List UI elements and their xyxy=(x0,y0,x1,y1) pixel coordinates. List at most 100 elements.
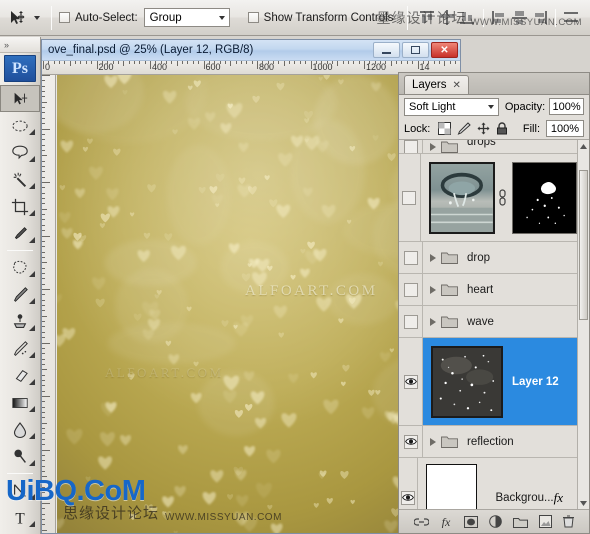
link-layers-icon[interactable] xyxy=(414,515,429,528)
magic-wand-tool[interactable] xyxy=(0,166,40,193)
layer-visibility-toggle[interactable] xyxy=(403,434,418,449)
lock-row: Lock: Fill: 100% xyxy=(399,118,589,140)
layer-visibility-toggle[interactable] xyxy=(403,374,418,389)
layer-thumbnail[interactable] xyxy=(428,161,495,234)
tool-flyout-corner xyxy=(29,379,35,385)
layer-mask-thumbnail[interactable] xyxy=(511,161,578,234)
maximize-button[interactable] xyxy=(402,42,429,58)
auto-select-dropdown[interactable]: Group xyxy=(143,8,230,27)
close-button[interactable]: ✕ xyxy=(431,42,458,58)
vertical-ruler[interactable] xyxy=(42,75,56,533)
minimize-button[interactable] xyxy=(373,42,400,58)
layer-visibility-toggle[interactable] xyxy=(403,314,418,329)
lock-image-pixels-icon[interactable] xyxy=(457,122,472,135)
layer-visibility-toggle[interactable] xyxy=(403,282,418,297)
eraser-tool[interactable] xyxy=(0,362,40,389)
options-divider-1 xyxy=(51,5,52,30)
distribute-top-edges-icon[interactable] xyxy=(563,9,580,26)
layer-thumbnail[interactable] xyxy=(425,463,478,509)
layer-rows: drops drop heart wave Layer 12 reflection Back… xyxy=(399,140,578,509)
blend-mode-dropdown[interactable]: Soft Light xyxy=(404,97,499,116)
tool-flyout-corner xyxy=(29,271,35,277)
type-icon: T xyxy=(15,510,25,527)
document-title-bar[interactable]: ove_final.psd @ 25% (Layer 12, RGB/8) ✕ xyxy=(42,40,460,61)
tool-preset-dropdown[interactable] xyxy=(34,15,44,20)
group-expand-arrow-icon[interactable] xyxy=(430,437,436,446)
add-layer-style-icon[interactable]: fx xyxy=(440,515,453,528)
toolbox-collapse-handle[interactable]: » xyxy=(0,37,40,53)
crop-tool[interactable] xyxy=(0,193,40,220)
fill-label: Fill: xyxy=(522,122,540,135)
brush-tool[interactable] xyxy=(0,281,40,308)
group-expand-arrow-icon[interactable] xyxy=(430,285,436,294)
table-row[interactable]: Layer 12 xyxy=(399,338,577,426)
layer-effects-icon[interactable]: fx xyxy=(554,490,563,506)
move-tool-button[interactable] xyxy=(0,1,34,35)
table-row[interactable]: drop xyxy=(399,242,577,274)
layer-visibility-toggle[interactable] xyxy=(400,490,415,505)
align-bottom-edges-icon[interactable] xyxy=(459,9,476,26)
layer-list[interactable]: drops drop heart wave Layer 12 reflection Back… xyxy=(399,140,589,509)
photoshop-logo-text: Ps xyxy=(12,59,28,77)
lock-position-icon[interactable] xyxy=(477,122,490,135)
close-icon: ✕ xyxy=(440,44,449,56)
table-row[interactable]: reflection xyxy=(399,426,577,458)
close-icon[interactable]: ✕ xyxy=(453,80,461,91)
auto-select-group: Auto-Select: Group xyxy=(59,8,230,27)
crop-icon xyxy=(11,198,29,215)
opacity-input[interactable]: 100% xyxy=(549,98,584,115)
blur-droplet-icon xyxy=(13,421,27,438)
layer-name: heart xyxy=(467,283,494,296)
lock-transparent-pixels-icon[interactable] xyxy=(438,122,452,135)
pen-tool[interactable] xyxy=(0,477,40,504)
layer-visibility-toggle[interactable] xyxy=(402,190,417,205)
eyedropper-tool[interactable] xyxy=(0,220,40,247)
auto-select-checkbox[interactable] xyxy=(59,12,70,23)
history-brush-tool[interactable] xyxy=(0,335,40,362)
group-expand-arrow-icon[interactable] xyxy=(430,317,436,326)
lasso-tool[interactable] xyxy=(0,139,40,166)
scrollbar-thumb[interactable] xyxy=(579,170,588,320)
table-row[interactable]: drops xyxy=(399,140,577,154)
clone-stamp-tool[interactable] xyxy=(0,308,40,335)
tool-flyout-corner xyxy=(29,406,35,412)
table-row[interactable]: wave xyxy=(399,306,577,338)
horizontal-type-tool[interactable]: T xyxy=(0,504,40,531)
group-expand-arrow-icon[interactable] xyxy=(430,253,436,262)
tab-layers[interactable]: Layers ✕ xyxy=(404,75,469,94)
layer-thumbnail[interactable] xyxy=(431,345,503,418)
healing-brush-tool[interactable] xyxy=(0,254,40,281)
fill-input[interactable]: 100% xyxy=(546,120,584,137)
delete-layer-icon[interactable] xyxy=(563,515,574,528)
table-row[interactable] xyxy=(399,154,578,242)
align-vertical-centers-icon[interactable] xyxy=(439,9,456,26)
watermark-en-text: WWW.MISSYUAN.COM xyxy=(165,512,282,523)
move-tool[interactable] xyxy=(0,85,40,112)
dodge-icon xyxy=(14,449,26,463)
table-row[interactable]: heart xyxy=(399,274,577,306)
layer-visibility-toggle[interactable] xyxy=(403,250,418,265)
new-fill-adjustment-layer-icon[interactable] xyxy=(489,515,502,528)
add-layer-mask-icon[interactable] xyxy=(464,515,478,528)
new-group-icon[interactable] xyxy=(513,516,528,528)
show-transform-controls-checkbox[interactable] xyxy=(247,12,259,23)
link-icon[interactable] xyxy=(498,189,507,207)
gradient-tool[interactable] xyxy=(0,389,40,416)
align-top-edges-icon[interactable] xyxy=(419,9,436,26)
scroll-down-arrow[interactable] xyxy=(578,497,589,509)
align-horizontal-centers-icon[interactable] xyxy=(511,9,528,26)
elliptical-marquee-tool[interactable] xyxy=(0,112,40,139)
folder-icon xyxy=(441,436,458,448)
toolbox-divider-1 xyxy=(7,250,33,251)
scroll-up-arrow[interactable] xyxy=(578,140,589,152)
align-left-edges-icon[interactable] xyxy=(491,9,508,26)
layer-visibility-toggle[interactable] xyxy=(403,140,418,153)
table-row[interactable]: Backgrou... fx xyxy=(399,458,577,509)
dodge-tool[interactable] xyxy=(0,443,40,470)
layers-scrollbar[interactable] xyxy=(577,140,589,509)
align-right-edges-icon[interactable] xyxy=(531,9,548,26)
lock-all-icon[interactable] xyxy=(496,122,508,135)
group-expand-arrow-icon[interactable] xyxy=(430,142,436,151)
new-layer-icon[interactable] xyxy=(539,515,552,528)
blur-tool[interactable] xyxy=(0,416,40,443)
